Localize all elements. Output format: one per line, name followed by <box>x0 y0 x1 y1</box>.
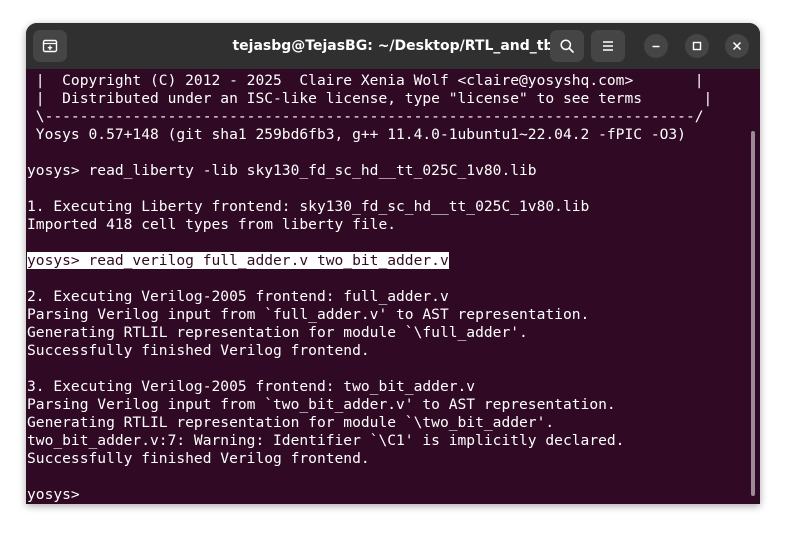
new-tab-button[interactable] <box>33 30 67 62</box>
terminal-text: | Copyright (C) 2012 - 2025 Claire Xenia… <box>27 72 712 504</box>
terminal-window: tejasbg@TejasBG: ~/Desktop/RTL_and_tb | … <box>26 23 760 504</box>
minimize-icon <box>652 45 660 48</box>
close-button[interactable] <box>725 34 749 58</box>
terminal-output[interactable]: | Copyright (C) 2012 - 2025 Claire Xenia… <box>26 69 760 504</box>
line-text: Successfully finished Verilog frontend. <box>27 342 370 359</box>
line-text: yosys> <box>27 486 80 503</box>
maximize-button[interactable] <box>685 34 709 58</box>
title-bar[interactable]: tejasbg@TejasBG: ~/Desktop/RTL_and_tb <box>26 23 760 69</box>
terminal-line: Successfully finished Verilog frontend. <box>27 342 712 360</box>
terminal-line: Generating RTLIL representation for modu… <box>27 324 712 342</box>
window-title: tejasbg@TejasBG: ~/Desktop/RTL_and_tb <box>232 38 554 54</box>
terminal-line: Imported 418 cell types from liberty fil… <box>27 216 712 234</box>
line-text: | Distributed under an ISC-like license,… <box>27 90 713 107</box>
terminal-line: | Distributed under an ISC-like license,… <box>27 90 713 108</box>
menu-button[interactable] <box>591 30 625 62</box>
terminal-line: 1. Executing Liberty frontend: sky130_fd… <box>27 198 712 216</box>
terminal-line: 3. Executing Verilog-2005 frontend: two_… <box>27 378 712 396</box>
terminal-line: | Copyright (C) 2012 - 2025 Claire Xenia… <box>27 72 712 90</box>
terminal-line: yosys> read_liberty -lib sky130_fd_sc_hd… <box>27 162 712 180</box>
minimize-button[interactable] <box>644 34 668 58</box>
search-icon <box>560 39 574 53</box>
line-text: yosys> read_liberty -lib sky130_fd_sc_hd… <box>27 162 537 179</box>
line-text: 1. Executing Liberty frontend: sky130_fd… <box>27 198 590 215</box>
line-text: 3. Executing Verilog-2005 frontend: two_… <box>27 378 476 395</box>
terminal-line: two_bit_adder.v:7: Warning: Identifier `… <box>27 432 712 450</box>
close-icon <box>732 41 742 51</box>
terminal-line: 2. Executing Verilog-2005 frontend: full… <box>27 288 712 306</box>
vertical-scrollbar[interactable] <box>751 131 755 496</box>
search-button[interactable] <box>550 30 584 62</box>
terminal-line: Successfully finished Verilog frontend. <box>27 450 712 468</box>
terminal-line: Yosys 0.57+148 (git sha1 259bd6fb3, g++ … <box>27 126 712 144</box>
line-text: 2. Executing Verilog-2005 frontend: full… <box>27 288 449 305</box>
line-text: Yosys 0.57+148 (git sha1 259bd6fb3, g++ … <box>27 126 686 143</box>
line-text: Generating RTLIL representation for modu… <box>27 324 528 341</box>
line-text: \---------------------------------------… <box>27 108 704 125</box>
terminal-line: Generating RTLIL representation for modu… <box>27 414 712 432</box>
line-text: Parsing Verilog input from `two_bit_adde… <box>27 396 616 413</box>
terminal-line: Parsing Verilog input from `full_adder.v… <box>27 306 712 324</box>
terminal-line: yosys> <box>27 486 712 504</box>
hamburger-menu-icon <box>603 41 613 51</box>
terminal-line: yosys> read_verilog full_adder.v two_bit… <box>27 252 712 270</box>
line-text: Successfully finished Verilog frontend. <box>27 450 370 467</box>
terminal-line: \---------------------------------------… <box>27 108 712 126</box>
maximize-icon <box>692 41 702 51</box>
line-text: Generating RTLIL representation for modu… <box>27 414 555 431</box>
line-text: two_bit_adder.v:7: Warning: Identifier `… <box>27 432 625 449</box>
line-text: Imported 418 cell types from liberty fil… <box>27 216 397 233</box>
line-text: | Copyright (C) 2012 - 2025 Claire Xenia… <box>27 72 704 89</box>
new-tab-icon <box>42 39 58 53</box>
selected-text: yosys> read_verilog full_adder.v two_bit… <box>27 252 449 269</box>
line-text: Parsing Verilog input from `full_adder.v… <box>27 306 590 323</box>
terminal-line: Parsing Verilog input from `two_bit_adde… <box>27 396 712 414</box>
